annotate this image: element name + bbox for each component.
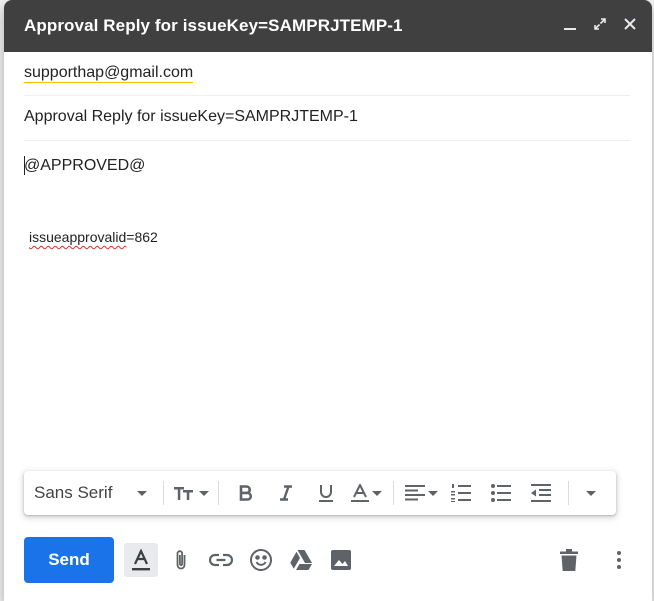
bulleted-list-button[interactable] <box>481 479 521 507</box>
close-icon[interactable] <box>622 16 638 32</box>
font-family-dropdown[interactable]: Sans Serif <box>34 483 156 503</box>
insert-emoji-button[interactable] <box>244 543 278 577</box>
minimize-icon[interactable] <box>562 16 578 32</box>
trash-icon <box>560 549 578 571</box>
message-body[interactable]: @APPROVED@ issueapprovalid=862 <box>24 141 630 461</box>
compose-actions: Send <box>24 537 636 583</box>
body-approved-line: @APPROVED@ <box>24 157 146 174</box>
compose-secondary-actions <box>546 543 636 577</box>
numbered-list-icon <box>451 484 471 502</box>
emoji-icon <box>250 549 272 571</box>
toolbar-divider <box>163 481 164 505</box>
body-approval-id-line: issueapprovalid=862 <box>29 229 158 245</box>
insert-link-button[interactable] <box>204 543 238 577</box>
italic-button[interactable] <box>266 479 306 507</box>
indent-less-button[interactable] <box>521 479 561 507</box>
bold-icon <box>239 485 253 501</box>
compose-window: Approval Reply for issueKey=SAMPRJTEMP-1… <box>4 0 652 601</box>
fullscreen-icon[interactable] <box>592 16 608 32</box>
toolbar-divider <box>568 481 569 505</box>
approval-id-value: =862 <box>126 229 158 245</box>
bulleted-list-icon <box>491 484 511 502</box>
chevron-down-icon <box>137 490 147 496</box>
font-size-button[interactable] <box>171 479 211 507</box>
discard-draft-button[interactable] <box>552 543 586 577</box>
text-color-button[interactable] <box>346 479 386 507</box>
paperclip-icon <box>176 550 186 570</box>
link-icon <box>209 553 233 567</box>
toolbar-divider <box>218 481 219 505</box>
insert-drive-file-button[interactable] <box>284 543 318 577</box>
formatting-toolbar: Sans Serif <box>24 471 616 515</box>
underline-icon <box>319 485 333 502</box>
more-options-button[interactable] <box>602 543 636 577</box>
numbered-list-button[interactable] <box>441 479 481 507</box>
subject-field[interactable]: Approval Reply for issueKey=SAMPRJTEMP-1 <box>24 96 630 141</box>
bold-button[interactable] <box>226 479 266 507</box>
italic-icon <box>280 485 292 501</box>
toolbar-divider <box>393 481 394 505</box>
more-vert-icon <box>617 551 621 569</box>
chevron-down-icon <box>427 490 438 496</box>
text-format-icon <box>132 549 150 571</box>
formatting-options-button[interactable] <box>124 543 158 577</box>
text-size-icon <box>173 487 193 500</box>
google-drive-icon <box>290 550 312 570</box>
align-button[interactable] <box>401 479 441 507</box>
align-left-icon <box>404 485 425 501</box>
misspelled-word: issueapprovalid <box>29 229 127 245</box>
send-button[interactable]: Send <box>24 537 114 583</box>
compose-titlebar[interactable]: Approval Reply for issueKey=SAMPRJTEMP-1 <box>4 0 652 52</box>
photo-icon <box>331 550 351 570</box>
chevron-down-icon <box>198 490 209 496</box>
font-family-label: Sans Serif <box>34 483 113 502</box>
to-field[interactable]: supporthap@gmail.com <box>24 52 630 96</box>
window-controls <box>562 16 638 32</box>
chevron-down-icon <box>585 490 596 496</box>
compose-title: Approval Reply for issueKey=SAMPRJTEMP-1 <box>24 16 403 35</box>
text-color-icon <box>350 484 369 502</box>
recipient-chip[interactable]: supporthap@gmail.com <box>24 64 194 83</box>
more-formatting-button[interactable] <box>576 479 602 507</box>
attach-file-button[interactable] <box>164 543 198 577</box>
underline-button[interactable] <box>306 479 346 507</box>
indent-less-icon <box>531 484 551 502</box>
chevron-down-icon <box>371 490 382 496</box>
insert-photo-button[interactable] <box>324 543 358 577</box>
